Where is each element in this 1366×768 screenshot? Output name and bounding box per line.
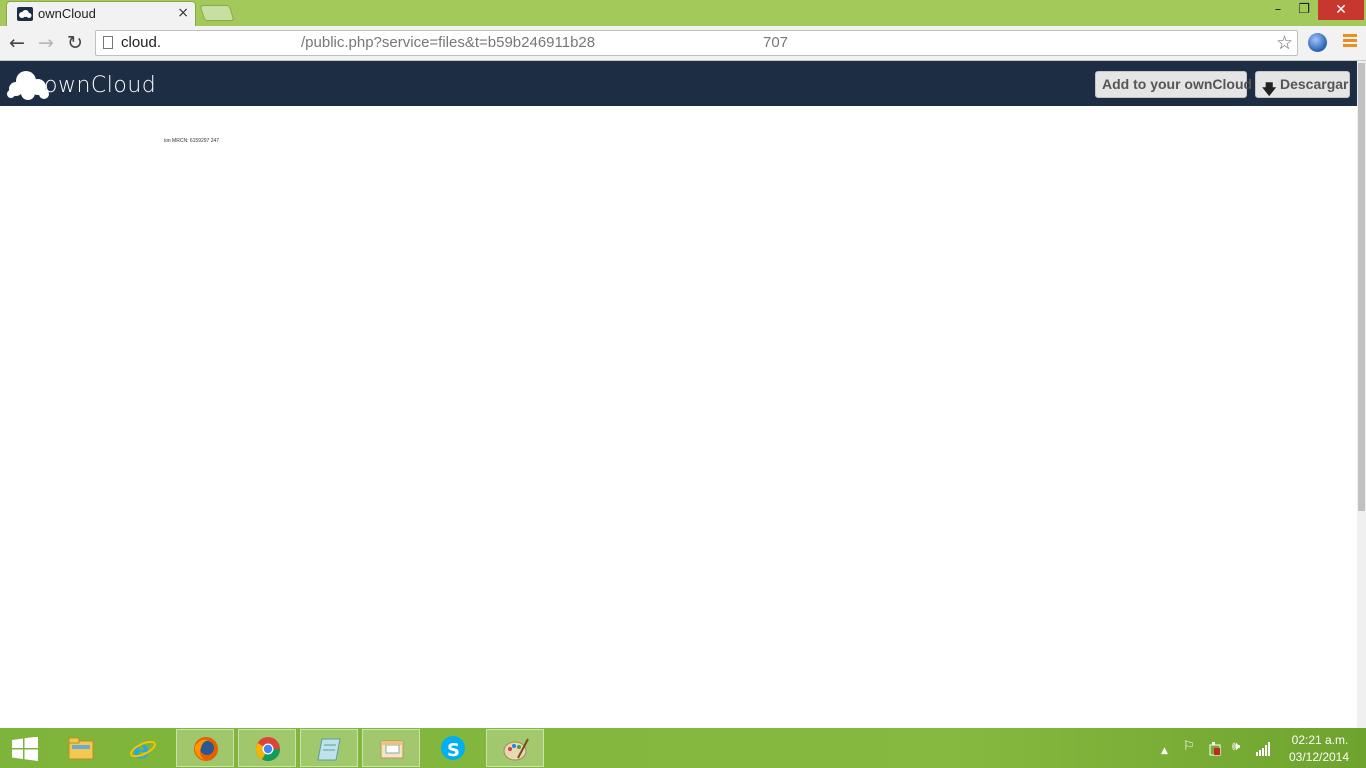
- back-arrow-icon[interactable]: ←: [5, 31, 29, 55]
- page-scrollbar-thumb[interactable]: [1358, 63, 1365, 511]
- window-minimize-button[interactable]: –: [1266, 0, 1290, 20]
- volume-icon[interactable]: 🕪: [1232, 739, 1240, 755]
- taskbar-chrome[interactable]: [238, 729, 296, 767]
- paint-icon: [503, 738, 529, 761]
- action-center-flag-icon[interactable]: ⚐: [1183, 739, 1195, 755]
- taskbar-notes[interactable]: [300, 729, 358, 767]
- taskbar-firefox[interactable]: [176, 729, 234, 767]
- tray-show-hidden-icon[interactable]: ▲: [1161, 743, 1168, 759]
- globe-extension-icon[interactable]: [1308, 33, 1327, 52]
- window-maximize-button[interactable]: ❐: [1292, 0, 1316, 20]
- skype-icon: S: [441, 736, 465, 761]
- owncloud-favicon-icon: [17, 7, 33, 21]
- browser-tab-owncloud[interactable]: ownCloud ×: [6, 1, 196, 26]
- forward-arrow-icon[interactable]: →: [34, 31, 58, 55]
- tab-title: ownCloud: [38, 6, 96, 21]
- url-tail: 707: [763, 34, 789, 51]
- taskbar-paint[interactable]: [486, 729, 544, 767]
- owncloud-logo-text: ownCloud: [44, 73, 157, 98]
- url-host: cloud.: [121, 34, 162, 51]
- firefox-icon: [194, 737, 218, 761]
- bookmark-star-icon[interactable]: ☆: [1276, 32, 1293, 54]
- chrome-menu-icon[interactable]: [1342, 34, 1358, 50]
- download-arrow-icon: 🡇: [1262, 81, 1277, 97]
- chrome-icon: [255, 737, 280, 762]
- download-button-label: Descargar: [1280, 76, 1349, 92]
- file-explorer-icon: [68, 737, 94, 760]
- internet-explorer-icon: e: [130, 735, 156, 761]
- taskbar-skype[interactable]: S: [424, 729, 482, 767]
- address-bar[interactable]: cloud. /public.php?service=files&t=b59b2…: [95, 30, 1298, 56]
- owncloud-header: ownCloud Add to your ownCloud 🡇 Descarga…: [0, 61, 1357, 106]
- tab-close-icon[interactable]: ×: [177, 5, 189, 21]
- browser-tab-strip: ownCloud × – ❐ ✕: [0, 0, 1366, 26]
- network-signal-icon[interactable]: [1255, 742, 1271, 756]
- clock-date[interactable]: 03/12/2014: [1287, 750, 1351, 764]
- reload-icon[interactable]: ↻: [63, 31, 87, 55]
- browser-toolbar: ← → ↻ cloud. /public.php?service=files&t…: [0, 26, 1366, 61]
- clock-time[interactable]: 02:21 a.m.: [1290, 733, 1350, 747]
- page-icon: [103, 36, 113, 49]
- taskbar-internet-explorer[interactable]: e: [114, 729, 172, 767]
- power-icon[interactable]: [1208, 741, 1224, 757]
- mail-icon: [380, 740, 404, 759]
- taskbar-file-explorer[interactable]: [52, 729, 110, 767]
- download-button[interactable]: 🡇 Descargar: [1255, 71, 1350, 98]
- window-close-button[interactable]: ✕: [1318, 0, 1364, 20]
- file-preview-text: ion MRCN: 6159297 247: [164, 138, 220, 144]
- taskbar-mail[interactable]: [362, 729, 420, 767]
- svg-text:S: S: [447, 740, 460, 761]
- windows-start-icon[interactable]: [12, 737, 38, 761]
- add-to-owncloud-button[interactable]: Add to your ownCloud: [1095, 71, 1252, 98]
- url-path: /public.php?service=files&t=b59b246911b2…: [301, 34, 596, 51]
- notes-icon: [317, 738, 341, 761]
- new-tab-button[interactable]: [199, 5, 235, 21]
